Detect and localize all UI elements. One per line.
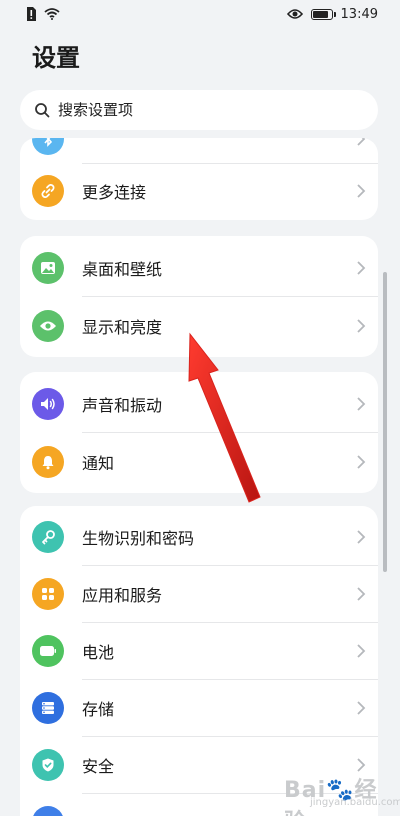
eye-icon — [32, 309, 64, 342]
shield-icon — [32, 748, 64, 781]
connections-card: 更多连接 — [20, 138, 378, 220]
settings-row-label: 更多连接 — [82, 182, 147, 202]
chevron-right-icon — [357, 586, 366, 601]
chevron-right-icon — [357, 183, 366, 198]
settings-row-battery[interactable]: 电池 — [20, 622, 378, 679]
settings-row-wallpaper[interactable]: 桌面和壁纸 — [20, 239, 378, 296]
sound-icon — [32, 387, 64, 420]
settings-row-label: 电池 — [82, 642, 115, 662]
battery-icon — [310, 8, 336, 20]
settings-row-label: 通知 — [82, 453, 115, 473]
status-bar: 13:49 — [0, 0, 400, 28]
status-time: 13:49 — [340, 6, 378, 22]
search-input[interactable] — [58, 101, 338, 119]
settings-row-label: 桌面和壁纸 — [82, 259, 163, 279]
settings-row-label: 应用和服务 — [82, 585, 163, 605]
settings-row-apps-services[interactable]: 应用和服务 — [20, 565, 378, 622]
settings-row-storage[interactable]: 存储 — [20, 679, 378, 736]
battery-icon — [32, 634, 64, 667]
search-bar[interactable] — [20, 90, 378, 130]
chevron-right-icon — [357, 396, 366, 411]
display-card: 桌面和壁纸 显示和亮度 — [20, 236, 378, 357]
watermark-url: jingyan.baidu.com — [310, 797, 400, 808]
system-card: 生物识别和密码 应用和服务 电池 存储 安全 — [20, 506, 378, 816]
search-icon — [35, 103, 50, 118]
chevron-right-icon — [357, 318, 366, 333]
apps-icon — [32, 577, 64, 610]
chevron-right-icon — [357, 138, 366, 146]
chevron-right-icon — [357, 260, 366, 275]
status-left — [26, 7, 60, 21]
chevron-right-icon — [357, 757, 366, 772]
bell-icon — [32, 445, 64, 478]
page-title: 设置 — [32, 44, 80, 72]
chevron-right-icon — [357, 529, 366, 544]
wifi-icon — [44, 8, 60, 20]
chevron-right-icon — [357, 700, 366, 715]
status-right: 13:49 — [286, 6, 378, 22]
chevron-right-icon — [357, 643, 366, 658]
chevron-right-icon — [357, 454, 366, 469]
settings-row-more-connections[interactable]: 更多连接 — [20, 162, 378, 219]
scrollbar[interactable] — [383, 272, 387, 572]
storage-icon — [32, 691, 64, 724]
key-icon — [32, 520, 64, 553]
bluetooth-icon — [32, 138, 64, 155]
settings-row-notifications[interactable]: 通知 — [20, 433, 378, 490]
settings-row-display-brightness[interactable]: 显示和亮度 — [20, 297, 378, 354]
sim-alert-icon — [27, 7, 36, 21]
settings-row-sound-vibration[interactable]: 声音和振动 — [20, 375, 378, 432]
wallpaper-icon — [32, 251, 64, 284]
link-icon — [32, 174, 64, 207]
privacy-icon — [32, 805, 64, 816]
settings-row-label: 声音和振动 — [82, 395, 163, 415]
battery-level — [312, 10, 328, 18]
eye-comfort-icon — [286, 9, 303, 19]
settings-row-biometrics-password[interactable]: 生物识别和密码 — [20, 508, 378, 565]
sound-notification-card: 声音和振动 通知 — [20, 372, 378, 493]
settings-row-label: 显示和亮度 — [82, 317, 163, 337]
settings-row-label: 存储 — [82, 699, 115, 719]
settings-row-label: 生物识别和密码 — [82, 528, 195, 548]
watermark-logo: Bai🐾经验 — [284, 778, 378, 816]
settings-row-label: 安全 — [82, 756, 115, 776]
